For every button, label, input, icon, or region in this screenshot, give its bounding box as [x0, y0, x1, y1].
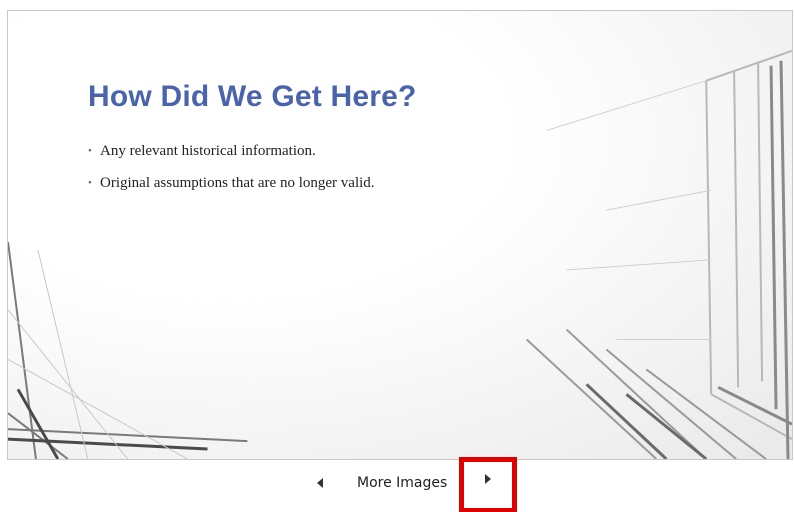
previous-image-button[interactable]: [312, 466, 328, 500]
image-viewer: How Did We Get Here? • Any relevant hist…: [0, 0, 794, 512]
bullet-marker: •: [88, 145, 92, 157]
architectural-background-art: [8, 49, 792, 459]
slide-bullet-item: • Original assumptions that are no longe…: [88, 175, 375, 192]
slide-bullet-list: • Any relevant historical information. •…: [88, 143, 375, 207]
image-navigation-bar: More Images: [0, 457, 794, 512]
slide-title: How Did We Get Here?: [88, 80, 417, 113]
slide-bullet-item: • Any relevant historical information.: [88, 143, 375, 160]
slide-bullet-text: Any relevant historical information.: [100, 143, 316, 159]
next-image-button[interactable]: [459, 457, 517, 512]
slide-bullet-text: Original assumptions that are no longer …: [100, 175, 375, 191]
slide-preview-image: How Did We Get Here? • Any relevant hist…: [7, 10, 793, 460]
chevron-right-icon: [485, 474, 491, 484]
more-images-label: More Images: [357, 475, 448, 491]
bullet-marker: •: [88, 177, 92, 189]
chevron-left-icon: [317, 478, 323, 488]
